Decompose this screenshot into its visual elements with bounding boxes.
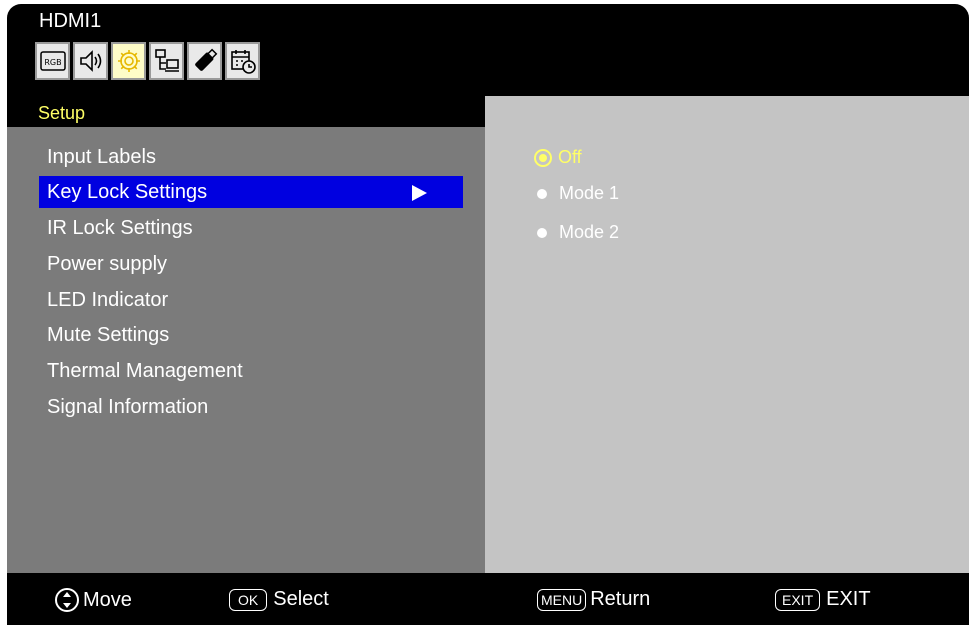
tab-picture[interactable]: RGB xyxy=(35,42,70,80)
ok-key-icon: OK xyxy=(229,588,268,611)
osd-window: HDMI1 RGB Setup Input Labels Key Lock Se… xyxy=(7,4,969,625)
input-source-label: HDMI1 xyxy=(39,10,102,32)
menu-tabs: RGB xyxy=(35,42,263,80)
svg-text:RGB: RGB xyxy=(44,58,61,67)
menu-item-input-labels[interactable]: Input Labels xyxy=(39,141,463,173)
menu-item-signal-information[interactable]: Signal Information xyxy=(39,391,463,423)
footer-hints: Move OK Select MENU Return EXIT EXIT xyxy=(7,574,969,625)
tab-network[interactable] xyxy=(149,42,184,80)
menu-item-power-supply[interactable]: Power supply xyxy=(39,248,463,280)
tab-audio[interactable] xyxy=(73,42,108,80)
exit-key-icon: EXIT xyxy=(775,588,821,611)
hint-exit: EXIT EXIT xyxy=(775,588,871,611)
schedule-icon xyxy=(230,50,256,74)
option-mode-1[interactable]: Mode 1 xyxy=(535,183,619,204)
hint-move: Move xyxy=(55,588,132,612)
network-icon xyxy=(154,49,179,72)
radio-dot-icon xyxy=(537,188,547,199)
menu-item-thermal-management[interactable]: Thermal Management xyxy=(39,355,463,387)
section-title: Setup xyxy=(38,103,86,123)
hint-select: OK Select xyxy=(229,588,329,611)
hint-return: MENU Return xyxy=(537,588,650,611)
tab-usb[interactable] xyxy=(187,42,222,80)
menu-item-mute-settings[interactable]: Mute Settings xyxy=(39,319,463,351)
usb-icon xyxy=(194,48,217,71)
option-mode-2[interactable]: Mode 2 xyxy=(535,222,619,243)
tab-schedule[interactable] xyxy=(225,42,260,80)
menu-item-ir-lock-settings[interactable]: IR Lock Settings xyxy=(39,212,463,244)
menu-key-icon: MENU xyxy=(537,588,587,611)
submenu-arrow-icon xyxy=(412,185,427,201)
rgb-icon: RGB xyxy=(39,51,66,71)
tab-setup[interactable] xyxy=(111,42,146,80)
menu-item-key-lock-settings[interactable]: Key Lock Settings xyxy=(39,176,463,208)
radio-selected-icon xyxy=(534,148,552,167)
dpad-icon xyxy=(55,588,79,612)
option-off[interactable]: Off xyxy=(534,147,582,168)
radio-dot-icon xyxy=(537,227,547,238)
speaker-icon xyxy=(79,50,101,72)
menu-item-led-indicator[interactable]: LED Indicator xyxy=(39,284,463,316)
gear-icon xyxy=(117,50,140,72)
